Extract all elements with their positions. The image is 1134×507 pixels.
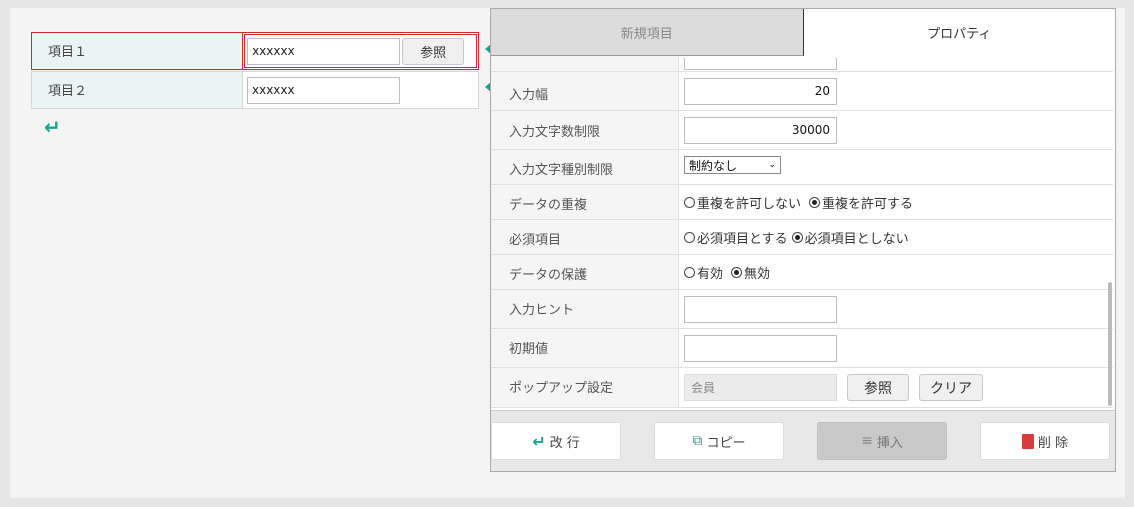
popup-label: ポップアップ設定 <box>491 368 679 407</box>
duplicate-disallow-radio[interactable]: 重複を許可しない <box>684 193 801 212</box>
insert-icon: ≡ <box>861 433 873 449</box>
prop-row-char-type: 入力文字種別制限 制約なし ⌄ <box>491 150 1113 185</box>
prop-row-char-limit: 入力文字数制限 30000 <box>491 111 1113 150</box>
chevron-down-icon: ⌄ <box>768 160 776 170</box>
tab-properties[interactable]: プロパティ <box>803 9 1115 56</box>
popup-value-field: 会員 <box>684 374 837 401</box>
item2-label: 項目２ <box>31 71 243 109</box>
initial-value-input[interactable] <box>684 334 837 362</box>
radio-on-icon <box>809 196 821 208</box>
char-limit-label: 入力文字数制限 <box>491 111 679 149</box>
item1-ref-button[interactable]: 参照 <box>402 37 465 65</box>
newline-button[interactable]: ↵ 改 行 <box>491 422 621 460</box>
hint-label: 入力ヒント <box>491 290 679 328</box>
radio-off-icon <box>684 196 695 208</box>
panel-footer: ↵ 改 行 ⧉ コピー ≡ 挿入 削 除 <box>491 410 1115 471</box>
char-type-label: 入力文字種別制限 <box>491 150 679 184</box>
item1-input[interactable]: xxxxxx <box>247 37 401 65</box>
char-type-select[interactable]: 制約なし ⌄ <box>684 156 781 174</box>
required-label: 必須項目 <box>491 220 679 254</box>
char-type-value: 制約なし <box>689 158 738 173</box>
property-panel: 新規項目 プロパティ 入力幅 20 入力文字数制限 30000 入力文字種別制限… <box>490 8 1116 472</box>
radio-off-icon <box>684 231 695 243</box>
properties-scrollbar[interactable] <box>1108 282 1112 406</box>
initial-label: 初期値 <box>491 329 679 367</box>
prop-row-duplicate: データの重複 重複を許可しない 重複を許可する <box>491 185 1113 220</box>
copy-icon: ⧉ <box>692 433 703 449</box>
item2-input[interactable]: xxxxxx <box>247 76 400 104</box>
properties-list: 入力幅 20 入力文字数制限 30000 入力文字種別制限 制約なし ⌄ データ… <box>491 56 1113 410</box>
item1-label: 項目１ <box>32 33 244 69</box>
prop-row-initial: 初期値 <box>491 329 1113 368</box>
input-width-field[interactable]: 20 <box>684 77 837 105</box>
panel-tabs: 新規項目 プロパティ <box>491 9 1115 56</box>
radio-off-icon <box>684 266 695 278</box>
prop-row-partial <box>491 56 1113 72</box>
popup-ref-button[interactable]: 参照 <box>847 374 909 401</box>
prop-row-hint: 入力ヒント <box>491 290 1113 329</box>
duplicate-label: データの重複 <box>491 185 679 219</box>
protect-label: データの保護 <box>491 255 679 289</box>
protect-on-radio[interactable]: 有効 <box>684 263 723 282</box>
protect-off-radio[interactable]: 無効 <box>731 263 770 282</box>
tab-new-item[interactable]: 新規項目 <box>491 9 804 56</box>
item1-value-cell: xxxxxx 参照 <box>243 33 478 69</box>
radio-on-icon <box>731 266 743 278</box>
char-limit-field[interactable]: 30000 <box>684 116 837 144</box>
prop-row-input-width: 入力幅 20 <box>491 72 1113 111</box>
newline-icon: ↵ <box>532 431 546 451</box>
prop-row-popup: ポップアップ設定 会員 参照 クリア <box>491 368 1113 408</box>
duplicate-allow-radio[interactable]: 重複を許可する <box>809 193 913 212</box>
input-width-label: 入力幅 <box>491 72 679 110</box>
insert-button[interactable]: ≡ 挿入 <box>817 422 947 460</box>
popup-clear-button[interactable]: クリア <box>919 374 983 401</box>
newline-icon: ↵ <box>44 115 61 139</box>
item2-value-cell: xxxxxx <box>243 71 479 109</box>
form-row-item1[interactable]: 項目１ xxxxxx 参照 <box>31 32 479 70</box>
copy-button[interactable]: ⧉ コピー <box>654 422 784 460</box>
hint-input[interactable] <box>684 295 837 323</box>
prop-row-protect: データの保護 有効 無効 <box>491 255 1113 290</box>
form-row-item2[interactable]: 項目２ xxxxxx <box>31 71 479 109</box>
partial-input[interactable] <box>684 57 837 70</box>
trash-icon <box>1021 433 1034 449</box>
delete-button[interactable]: 削 除 <box>980 422 1110 460</box>
required-no-radio[interactable]: 必須項目としない <box>791 228 909 247</box>
required-yes-radio[interactable]: 必須項目とする <box>684 228 788 247</box>
radio-on-icon <box>791 231 803 243</box>
prop-row-required: 必須項目 必須項目とする 必須項目としない <box>491 220 1113 255</box>
